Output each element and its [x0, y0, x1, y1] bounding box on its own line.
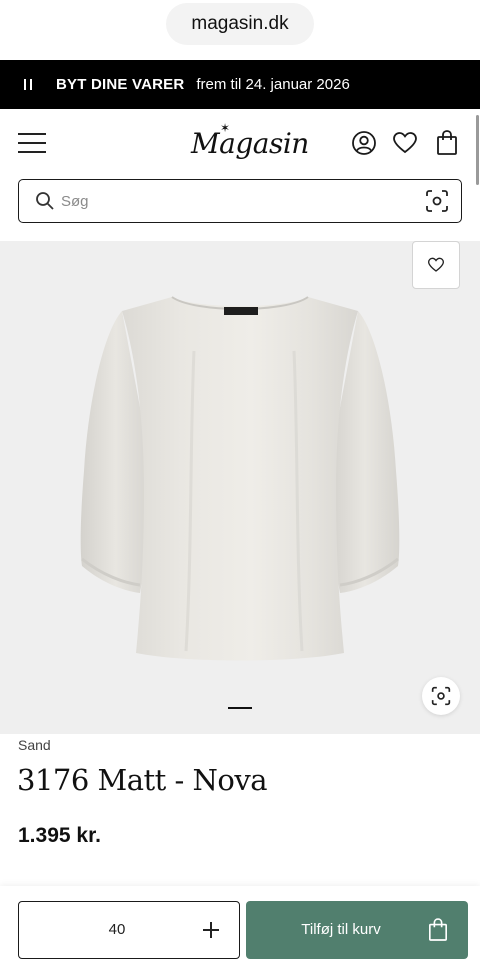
size-selector[interactable]: 40: [18, 901, 240, 959]
promo-text: frem til 24. januar 2026: [196, 76, 350, 93]
add-to-cart-button[interactable]: Tilføj til kurv: [246, 901, 468, 959]
scrollbar[interactable]: [476, 115, 479, 185]
url-bar[interactable]: magasin.dk: [166, 3, 314, 45]
bag-icon: [428, 918, 448, 947]
search-field[interactable]: [18, 179, 462, 223]
product-page: magasin.dk BYT DINE VARER frem til 24. j…: [0, 0, 480, 971]
promo-bold-text: BYT DINE VARER: [56, 76, 185, 93]
visual-search-icon[interactable]: [425, 189, 449, 218]
wishlist-icon[interactable]: [391, 129, 419, 157]
account-icon[interactable]: [350, 129, 378, 157]
add-to-wishlist-button[interactable]: [412, 241, 460, 289]
visual-search-button[interactable]: [422, 677, 460, 715]
selected-size: 40: [108, 921, 126, 938]
magasin-logo[interactable]: ✶ Magasin: [191, 121, 309, 163]
scan-icon: [431, 686, 451, 706]
pause-icon[interactable]: [0, 79, 56, 90]
product-title: 3176 Matt - Nova: [17, 763, 268, 797]
browser-url-area: magasin.dk: [0, 0, 480, 60]
product-brand[interactable]: Sand: [18, 737, 51, 753]
plus-icon: [203, 922, 219, 938]
search-input[interactable]: [61, 188, 401, 214]
search-icon: [35, 191, 55, 216]
promo-banner[interactable]: BYT DINE VARER frem til 24. januar 2026: [0, 60, 480, 109]
menu-icon[interactable]: [18, 133, 46, 153]
product-image: [80, 296, 400, 661]
shopping-bag-icon[interactable]: [433, 129, 461, 157]
product-price: 1.395 kr.: [18, 824, 101, 847]
product-image-gallery[interactable]: [0, 241, 480, 734]
slide-indicator[interactable]: [228, 707, 252, 709]
site-header: ✶ Magasin: [0, 109, 480, 177]
add-to-cart-label: Tilføj til kurv: [301, 921, 381, 938]
purchase-bar: 40 Tilføj til kurv: [0, 886, 480, 971]
